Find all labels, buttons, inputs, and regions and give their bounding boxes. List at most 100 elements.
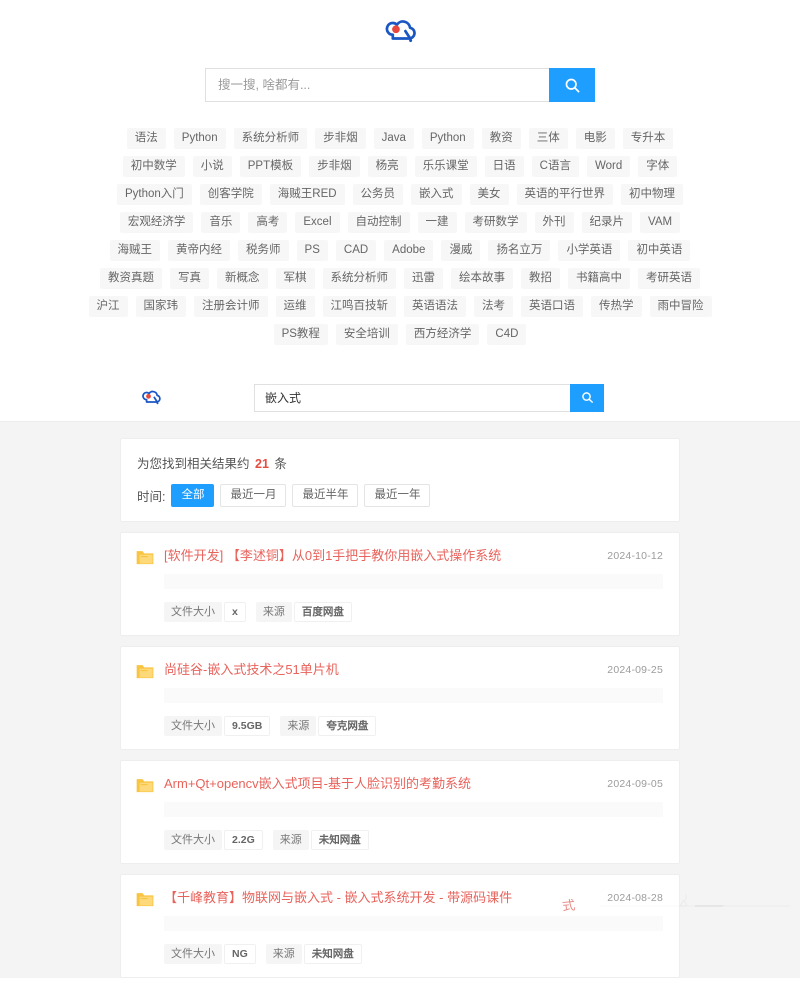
sub-search-input[interactable] — [254, 384, 570, 412]
tag-item[interactable]: Excel — [295, 212, 339, 233]
result-item[interactable]: 尚硅谷-嵌入式技术之51单片机 2024-09-25 文件大小 9.5GB 来源… — [120, 646, 680, 750]
tag-item[interactable]: VAM — [640, 212, 680, 233]
tag-item[interactable]: C4D — [487, 324, 526, 345]
tag-item[interactable]: 税务师 — [238, 240, 289, 261]
tag-item[interactable]: 嵌入式 — [411, 184, 462, 205]
tag-item[interactable]: 教资 — [482, 128, 521, 149]
tag-item[interactable]: 日语 — [485, 156, 524, 177]
tag-item[interactable]: 漫威 — [441, 240, 480, 261]
tag-item[interactable]: 初中数学 — [123, 156, 185, 177]
tag-item[interactable]: 考研英语 — [638, 268, 700, 289]
tag-item[interactable]: 专升本 — [623, 128, 674, 149]
tag-item[interactable]: 三体 — [529, 128, 568, 149]
tag-item[interactable]: 高考 — [248, 212, 287, 233]
tag-item[interactable]: 纪录片 — [582, 212, 633, 233]
tag-item[interactable]: 书籍高中 — [568, 268, 630, 289]
tag-item[interactable]: 初中英语 — [628, 240, 690, 261]
tag-item[interactable]: Python — [174, 128, 226, 149]
cloud-search-logo[interactable] — [382, 15, 418, 49]
filter-last-half-year[interactable]: 最近半年 — [292, 484, 358, 507]
tag-item[interactable]: 运维 — [276, 296, 315, 317]
tag-item[interactable]: 创客学院 — [200, 184, 262, 205]
tag-row: 语法 Python 系统分析师 步非烟 Java Python 教资 三体 电影… — [100, 128, 700, 149]
tag-item[interactable]: 法考 — [474, 296, 513, 317]
folder-icon — [135, 547, 155, 567]
tag-item[interactable]: PPT模板 — [240, 156, 301, 177]
search-input[interactable] — [205, 68, 549, 102]
tag-item[interactable]: 美女 — [470, 184, 509, 205]
tag-item[interactable]: 雨中冒险 — [650, 296, 712, 317]
filter-last-year[interactable]: 最近一年 — [364, 484, 430, 507]
result-title-link[interactable]: 尚硅谷-嵌入式技术之51单片机 — [164, 660, 597, 680]
cloud-search-logo-small[interactable] — [140, 387, 162, 409]
result-title-link[interactable]: Arm+Qt+opencv嵌入式项目-基于人脸识别的考勤系统 — [164, 774, 597, 794]
tag-item[interactable]: 海贼王RED — [270, 184, 345, 205]
tag-row: 教资真题 写真 新概念 军棋 系统分析师 迅雷 绘本故事 教招 书籍高中 考研英… — [100, 268, 700, 289]
tag-item[interactable]: 传热学 — [591, 296, 642, 317]
filter-last-month[interactable]: 最近一月 — [220, 484, 286, 507]
tag-item[interactable]: Python入门 — [117, 184, 192, 205]
tag-item[interactable]: 写真 — [170, 268, 209, 289]
tag-item[interactable]: 宏观经济学 — [120, 212, 194, 233]
tag-item[interactable]: 小学英语 — [558, 240, 620, 261]
tag-item[interactable]: Adobe — [384, 240, 433, 261]
result-meta-row: 文件大小 x 来源 百度网盘 — [164, 602, 663, 622]
tag-item[interactable]: 黄帝内经 — [168, 240, 230, 261]
tag-item[interactable]: 一建 — [418, 212, 457, 233]
tag-item[interactable]: 语法 — [127, 128, 166, 149]
tag-item[interactable]: C语言 — [532, 156, 579, 177]
tag-item[interactable]: 系统分析师 — [234, 128, 308, 149]
tag-item[interactable]: 音乐 — [201, 212, 240, 233]
tag-item[interactable]: 注册会计师 — [194, 296, 268, 317]
search-button[interactable] — [549, 68, 595, 102]
filter-all[interactable]: 全部 — [171, 484, 214, 507]
tag-item[interactable]: 新概念 — [217, 268, 268, 289]
tag-item[interactable]: Word — [587, 156, 630, 177]
tag-item[interactable]: PS教程 — [274, 324, 328, 345]
tag-item[interactable]: CAD — [336, 240, 376, 261]
tag-item[interactable]: 电影 — [576, 128, 615, 149]
tag-item[interactable]: 考研数学 — [465, 212, 527, 233]
sub-search-button[interactable] — [570, 384, 604, 412]
tag-item[interactable]: 江鸣百技斩 — [323, 296, 397, 317]
result-title-link[interactable]: 【千峰教育】物联网与嵌入式 - 嵌入式系统开发 - 带源码课件 — [164, 888, 597, 908]
tag-item[interactable]: 西方经济学 — [406, 324, 480, 345]
result-title-link[interactable]: [软件开发] 【李述铜】从0到1手把手教你用嵌入式操作系统 — [164, 546, 597, 566]
tag-item[interactable]: PS — [297, 240, 328, 261]
tag-item[interactable]: 教资真题 — [100, 268, 162, 289]
tag-item[interactable]: 英语的平行世界 — [517, 184, 614, 205]
result-description — [164, 574, 663, 589]
tag-item[interactable]: 扬名立万 — [488, 240, 550, 261]
file-size-group: 文件大小 x — [164, 602, 246, 622]
result-item[interactable]: 【千峰教育】物联网与嵌入式 - 嵌入式系统开发 - 带源码课件 2024-08-… — [120, 874, 680, 978]
tag-item[interactable]: 教招 — [521, 268, 560, 289]
tag-item[interactable]: 步非烟 — [309, 156, 360, 177]
tag-cloud: 语法 Python 系统分析师 步非烟 Java Python 教资 三体 电影… — [100, 128, 700, 345]
tag-item[interactable]: 迅雷 — [404, 268, 443, 289]
tag-item[interactable]: 公务员 — [353, 184, 404, 205]
tag-item[interactable]: 系统分析师 — [323, 268, 397, 289]
tag-item[interactable]: 自动控制 — [348, 212, 410, 233]
file-size-label: 文件大小 — [164, 830, 222, 850]
tag-item[interactable]: 英语口语 — [521, 296, 583, 317]
tag-item[interactable]: 外刊 — [535, 212, 574, 233]
result-meta-row: 文件大小 NG 来源 未知网盘 — [164, 944, 663, 964]
tag-item[interactable]: 小说 — [193, 156, 232, 177]
tag-item[interactable]: 军棋 — [276, 268, 315, 289]
tag-item[interactable]: 乐乐课堂 — [415, 156, 477, 177]
tag-item[interactable]: Java — [374, 128, 414, 149]
tag-item[interactable]: 沪江 — [89, 296, 128, 317]
tag-item[interactable]: 海贼王 — [110, 240, 161, 261]
tag-item[interactable]: 英语语法 — [404, 296, 466, 317]
tag-item[interactable]: 字体 — [638, 156, 677, 177]
tag-item[interactable]: 安全培训 — [336, 324, 398, 345]
results-count: 21 — [253, 457, 271, 471]
tag-item[interactable]: 杨亮 — [368, 156, 407, 177]
tag-item[interactable]: 绘本故事 — [451, 268, 513, 289]
tag-item[interactable]: 步非烟 — [315, 128, 366, 149]
result-item[interactable]: Arm+Qt+opencv嵌入式项目-基于人脸识别的考勤系统 2024-09-0… — [120, 760, 680, 864]
tag-item[interactable]: Python — [422, 128, 474, 149]
result-item[interactable]: [软件开发] 【李述铜】从0到1手把手教你用嵌入式操作系统 2024-10-12… — [120, 532, 680, 636]
tag-item[interactable]: 初中物理 — [621, 184, 683, 205]
tag-item[interactable]: 国家玮 — [136, 296, 187, 317]
